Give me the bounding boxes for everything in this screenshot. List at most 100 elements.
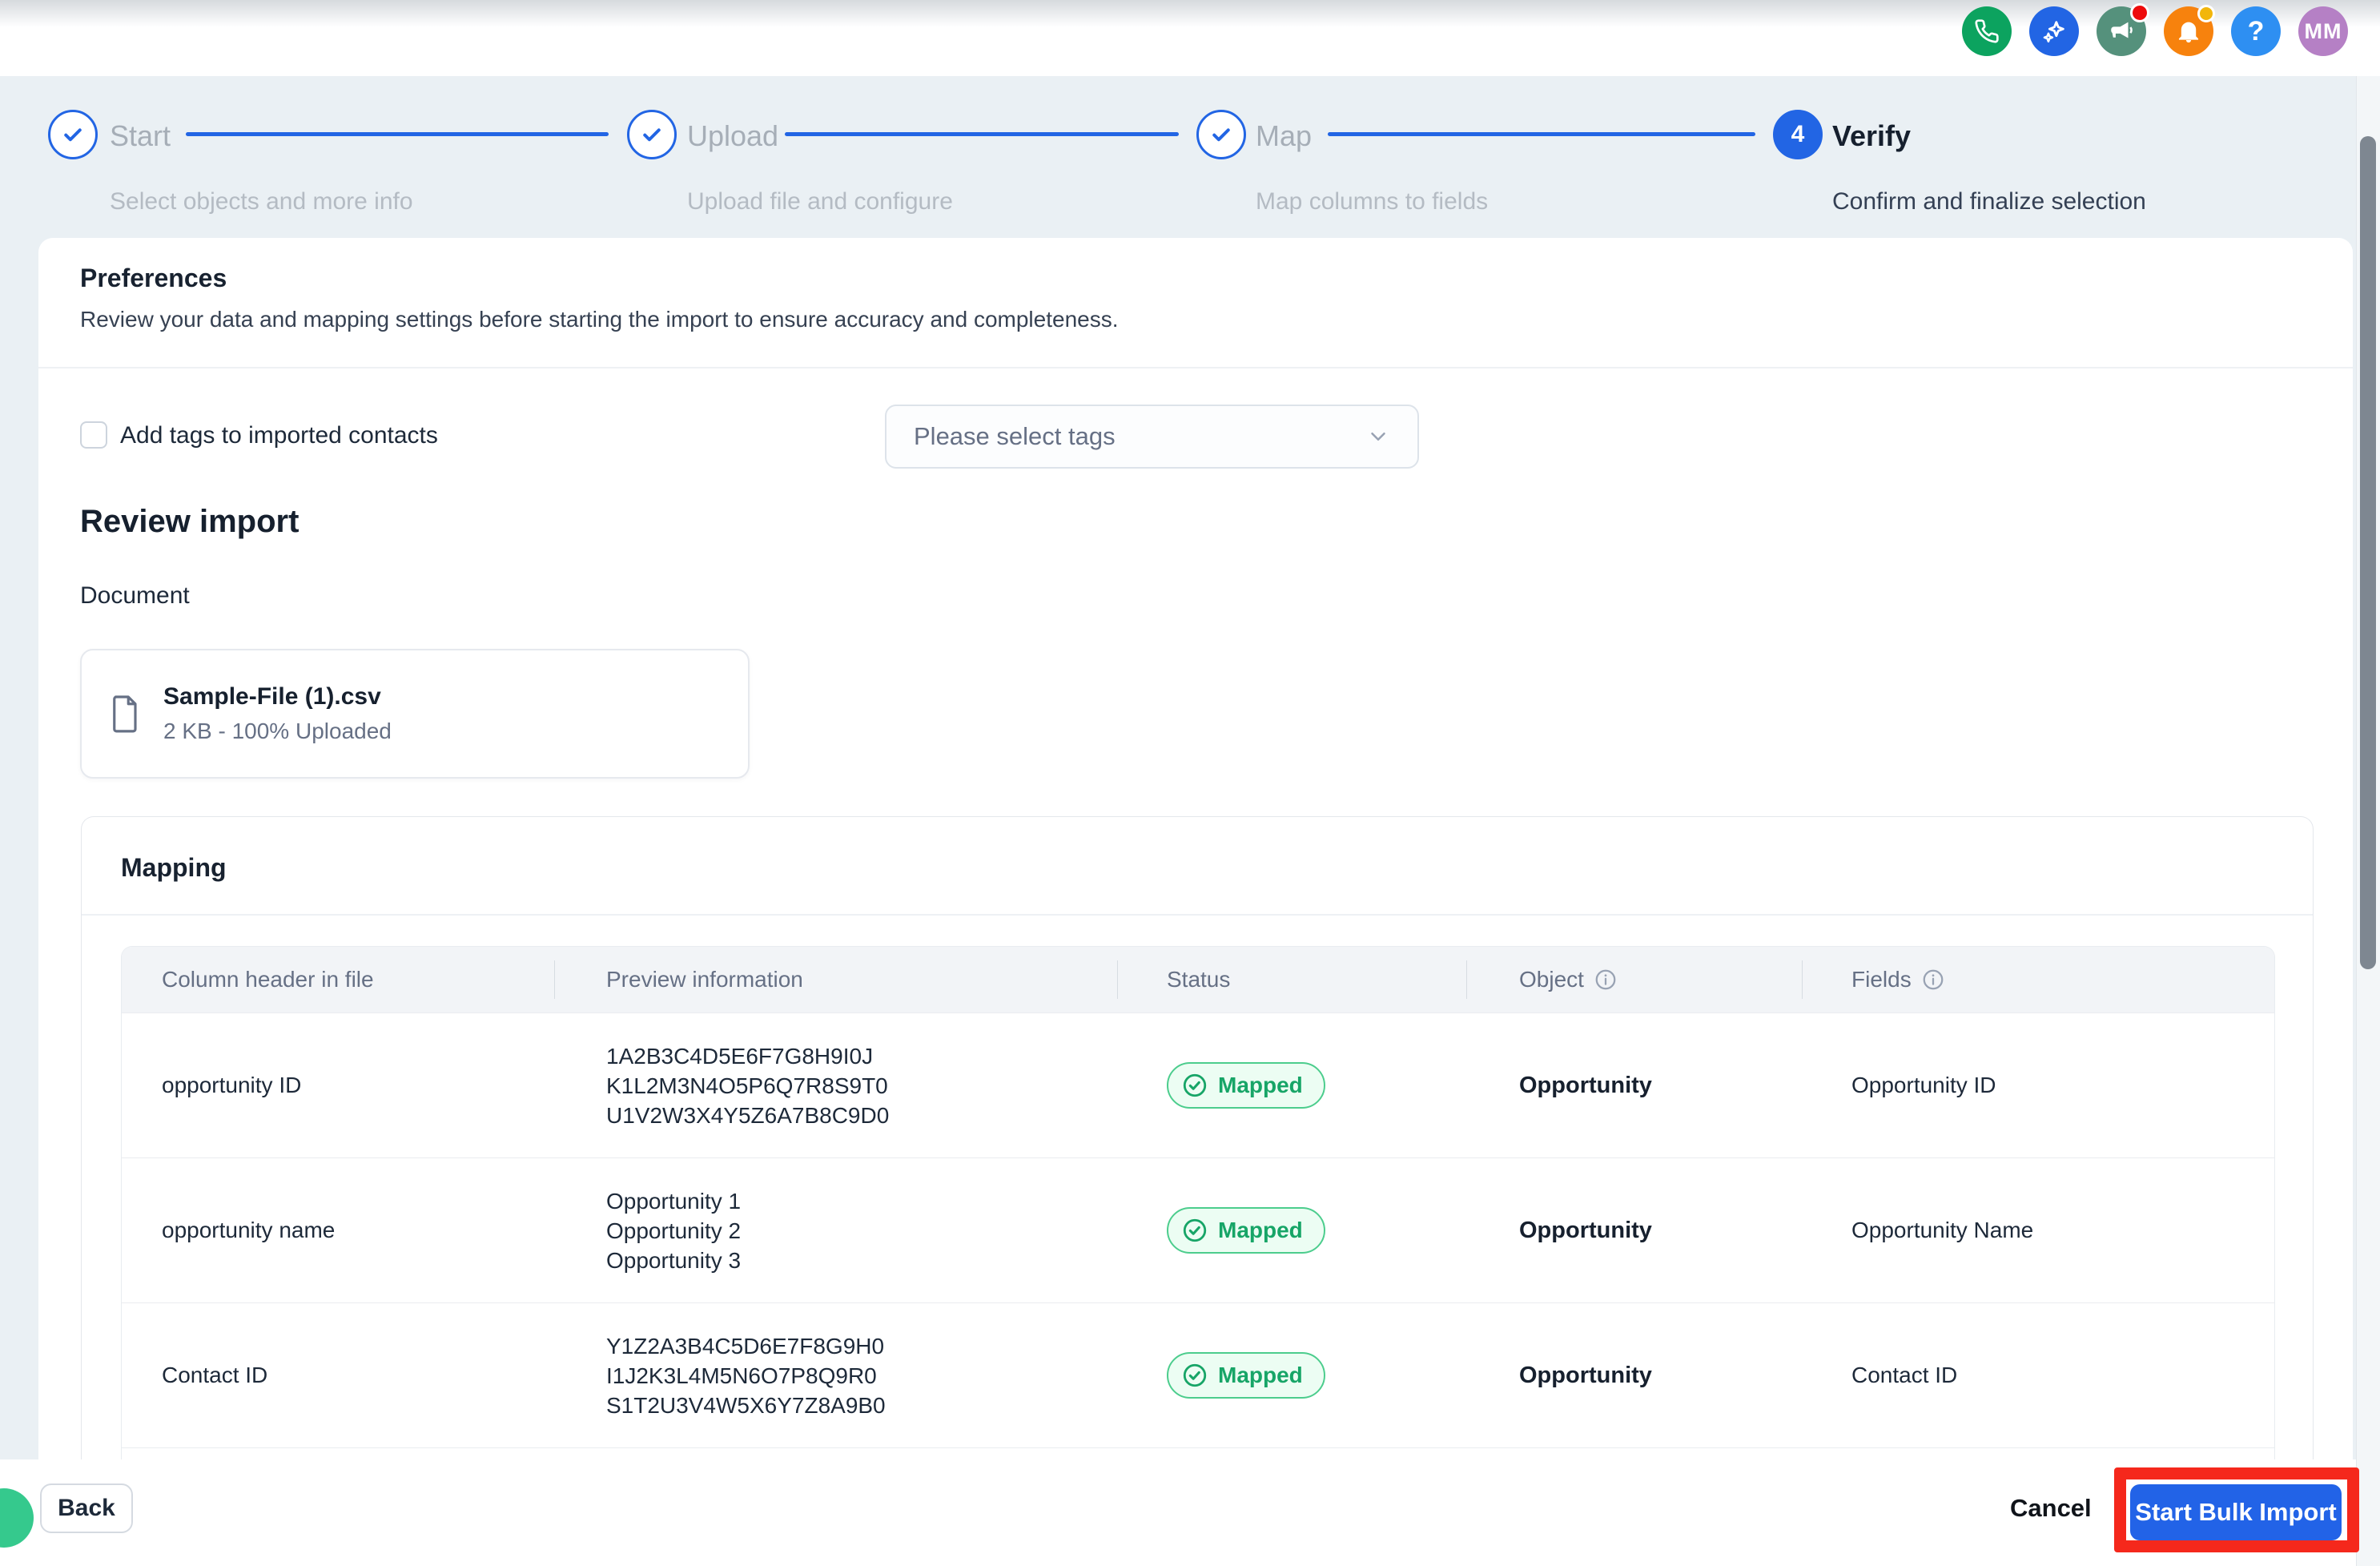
row-object: Opportunity <box>1519 1362 1652 1388</box>
notifications-bell-icon[interactable] <box>2164 5 2215 56</box>
preview-line: Opportunity 2 <box>606 1218 742 1243</box>
add-tags-checkbox[interactable] <box>80 421 107 449</box>
row-object: Opportunity <box>1519 1217 1652 1243</box>
uploaded-file-card[interactable]: Sample-File (1).csv 2 KB - 100% Uploaded <box>80 649 750 779</box>
mapping-table-row: opportunity name Opportunity 1 Opportuni… <box>122 1157 2274 1302</box>
row-preview: 1A2B3C4D5E6F7G8H9I0J K1L2M3N4O5P6Q7R8S9T… <box>554 1041 1117 1130</box>
column-separator <box>1117 960 1118 999</box>
preview-line: U1V2W3X4Y5Z6A7B8C9D0 <box>606 1102 890 1128</box>
step-verify-circle[interactable]: 4 <box>1773 110 1823 159</box>
chevron-down-icon <box>1371 433 1385 441</box>
chat-widget-button[interactable] <box>0 1488 34 1548</box>
mapping-table-row: Contact ID Y1Z2A3B4C5D6E7F8G9H0 I1J2K3L4… <box>122 1302 2274 1447</box>
top-bar: ? MM <box>0 0 2380 76</box>
mapping-title: Mapping <box>121 853 227 882</box>
row-column-header: opportunity name <box>162 1218 336 1242</box>
step-start-subtitle: Select objects and more info <box>110 188 413 215</box>
step-upload-circle[interactable] <box>627 110 677 159</box>
preview-line: K1L2M3N4O5P6Q7R8S9T0 <box>606 1073 888 1098</box>
mapping-divider <box>82 914 2313 916</box>
column-separator <box>554 960 555 999</box>
preview-information-header: Preview information <box>606 967 803 992</box>
preferences-title: Preferences <box>80 264 227 292</box>
row-status: Mapped <box>1117 1062 1466 1109</box>
preview-line: Y1Z2A3B4C5D6E7F8G9H0 <box>606 1333 885 1359</box>
file-info: Sample-File (1).csv 2 KB - 100% Uploaded <box>163 683 392 744</box>
mapping-section: Mapping Column header in file Preview in… <box>81 816 2314 1459</box>
help-glyph: ? <box>2247 15 2265 46</box>
mapping-table-row: opportunity ID 1A2B3C4D5E6F7G8H9I0J K1L2… <box>122 1012 2274 1157</box>
help-icon[interactable]: ? <box>2231 6 2281 56</box>
fields-header-label: Fields <box>1851 967 1912 992</box>
step-map-subtitle: Map columns to fields <box>1256 188 1489 215</box>
row-field: Opportunity Name <box>1851 1218 2034 1242</box>
row-preview: Y1Z2A3B4C5D6E7F8G9H0 I1J2K3L4M5N6O7P8Q9R… <box>554 1331 1117 1420</box>
row-column-header: Contact ID <box>162 1363 268 1387</box>
start-bulk-import-button[interactable]: Start Bulk Import <box>2130 1484 2342 1540</box>
avatar-initials: MM <box>2304 18 2342 43</box>
section-divider <box>38 367 2353 368</box>
check-circle-icon <box>1183 1073 1207 1097</box>
step-connector <box>785 132 1179 136</box>
check-circle-icon <box>1183 1363 1207 1387</box>
verify-content-card: Preferences Review your data and mapping… <box>38 238 2353 1459</box>
row-field: Contact ID <box>1851 1363 1958 1387</box>
cancel-button[interactable]: Cancel <box>2000 1483 2101 1533</box>
import-stepper: Start Select objects and more info Uploa… <box>0 76 2380 238</box>
status-badge: Mapped <box>1167 1062 1325 1109</box>
step-start-label: Start <box>110 119 171 152</box>
step-verify-number: 4 <box>1791 121 1805 147</box>
add-tags-label: Add tags to imported contacts <box>120 422 438 449</box>
back-button[interactable]: Back <box>40 1483 133 1533</box>
topbar-icon-group: ? MM <box>1962 3 2348 56</box>
status-badge: Mapped <box>1167 1207 1325 1254</box>
row-field: Opportunity ID <box>1851 1073 1996 1097</box>
step-verify-label: Verify <box>1832 119 1912 152</box>
mapping-table-header: Column header in file Preview informatio… <box>122 947 2274 1012</box>
status-badge-label: Mapped <box>1218 1073 1303 1097</box>
mapping-table: Column header in file Preview informatio… <box>121 946 2275 1459</box>
mapping-table-row-partial <box>122 1447 2274 1459</box>
status-badge-label: Mapped <box>1218 1363 1303 1387</box>
status-badge-label: Mapped <box>1218 1218 1303 1242</box>
preview-line: Opportunity 3 <box>606 1247 742 1273</box>
step-map-circle[interactable] <box>1196 110 1246 159</box>
preview-line: I1J2K3L4M5N6O7P8Q9R0 <box>606 1363 877 1388</box>
tags-select-placeholder: Please select tags <box>914 422 1116 450</box>
step-connector <box>1328 132 1755 136</box>
preview-line: S1T2U3V4W5X6Y7Z8A9B0 <box>606 1392 886 1418</box>
file-meta: 2 KB - 100% Uploaded <box>163 719 392 743</box>
step-upload-label: Upload <box>687 119 779 152</box>
footer-bar: Back Cancel Start Bulk Import <box>0 1459 2380 1566</box>
file-name: Sample-File (1).csv <box>163 683 381 710</box>
row-column-header: opportunity ID <box>162 1073 302 1097</box>
row-status: Mapped <box>1117 1207 1466 1254</box>
document-label: Document <box>80 582 190 609</box>
status-header: Status <box>1167 967 1231 992</box>
red-notification-dot <box>2130 3 2149 22</box>
info-icon[interactable] <box>1594 968 1618 992</box>
amber-notification-dot <box>2197 5 2215 22</box>
scrollbar-thumb[interactable] <box>2360 136 2376 969</box>
preview-line: Opportunity 1 <box>606 1188 742 1214</box>
scrollbar-track[interactable] <box>2356 76 2380 1566</box>
ai-sparkle-icon[interactable] <box>2029 6 2079 56</box>
avatar[interactable]: MM <box>2298 6 2348 56</box>
step-map-label: Map <box>1256 119 1313 152</box>
object-header: Object <box>1466 967 1802 992</box>
announcements-icon[interactable] <box>2097 3 2149 56</box>
row-preview: Opportunity 1 Opportunity 2 Opportunity … <box>554 1186 1117 1275</box>
review-import-title: Review import <box>80 504 300 539</box>
phone-icon[interactable] <box>1962 6 2012 56</box>
step-start-circle[interactable] <box>48 110 98 159</box>
step-verify-subtitle: Confirm and finalize selection <box>1832 188 2146 215</box>
step-connector <box>186 132 609 136</box>
fields-header: Fields <box>1802 967 2274 992</box>
tags-select[interactable]: Please select tags <box>885 405 1419 469</box>
column-separator <box>1466 960 1467 999</box>
column-separator <box>1802 960 1803 999</box>
info-icon[interactable] <box>1921 968 1945 992</box>
check-circle-icon <box>1183 1218 1207 1242</box>
status-badge: Mapped <box>1167 1352 1325 1399</box>
preview-line: 1A2B3C4D5E6F7G8H9I0J <box>606 1043 874 1069</box>
